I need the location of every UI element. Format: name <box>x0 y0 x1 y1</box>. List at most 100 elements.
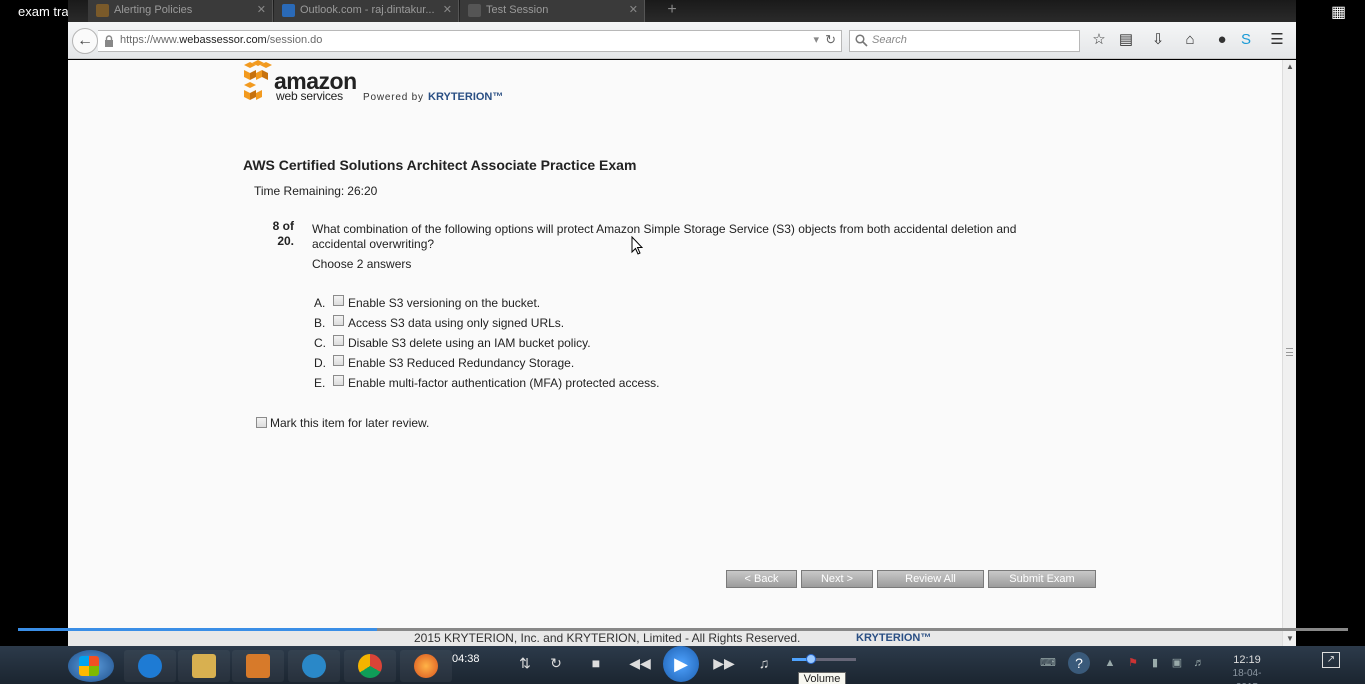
tab-alerting-policies[interactable]: Alerting Policies ✕ <box>88 0 273 22</box>
internet-explorer-icon <box>138 654 162 678</box>
option-text[interactable]: Enable S3 versioning on the bucket. <box>348 296 540 310</box>
next-button[interactable]: Next > <box>801 570 873 588</box>
url-text: https://www.webassessor.com/session.do <box>120 34 323 46</box>
option-letter: C. <box>314 336 326 350</box>
show-hidden-icons[interactable]: ▲ <box>1103 656 1117 670</box>
tab-outlook[interactable]: Outlook.com - raj.dintakur... ✕ <box>274 0 459 22</box>
url-dropdown-icon[interactable]: ▾ <box>813 33 819 46</box>
battery-icon[interactable]: ▮ <box>1148 656 1162 670</box>
scroll-up-arrow-icon[interactable]: ▲ <box>1286 62 1294 71</box>
taskbar-media[interactable] <box>232 650 284 682</box>
back-button[interactable]: < Back <box>726 570 797 588</box>
help-icon[interactable]: ? <box>1068 652 1090 674</box>
firefox-icon <box>414 654 438 678</box>
mouse-cursor-icon <box>631 236 643 255</box>
close-tab-icon[interactable]: ✕ <box>629 0 638 20</box>
review-all-button[interactable]: Review All <box>877 570 984 588</box>
chrome-icon <box>358 654 382 678</box>
system-clock[interactable]: 12:19 18-04-2015 <box>1222 653 1272 684</box>
volume-knob[interactable] <box>806 654 817 664</box>
kryterion-logo: KRYTERION™ <box>428 91 504 103</box>
rewind-icon[interactable]: ◀◀ <box>627 650 653 676</box>
mark-review-checkbox[interactable] <box>256 417 267 428</box>
option-text[interactable]: Enable S3 Reduced Redundancy Storage. <box>348 356 574 370</box>
exam-title: AWS Certified Solutions Architect Associ… <box>243 157 637 173</box>
aws-cubes-icon <box>244 60 272 100</box>
option-b-checkbox[interactable] <box>333 315 344 326</box>
search-placeholder: Search <box>872 34 907 46</box>
page-footer: 2015 KRYTERION, Inc. and KRYTERION, Limi… <box>68 631 1282 646</box>
page-viewport: amazon web services Powered by KRYTERION… <box>68 60 1282 630</box>
tab-test-session[interactable]: Test Session ✕ <box>460 0 645 22</box>
close-tab-icon[interactable]: ✕ <box>257 0 266 20</box>
taskbar-firefox[interactable] <box>400 650 452 682</box>
menu-icon[interactable]: ☰ <box>1267 30 1287 50</box>
reload-icon[interactable]: ↻ <box>825 32 836 48</box>
player-title: exam trail <box>18 4 75 19</box>
kryterion-favicon-icon <box>468 4 481 17</box>
download-icon[interactable]: ⇩ <box>1148 30 1168 50</box>
footer-kryterion-logo: KRYTERION™ <box>856 632 932 644</box>
play-icon[interactable]: ▶ <box>663 646 699 682</box>
stop-icon[interactable]: ■ <box>583 650 609 676</box>
network-icon[interactable]: ▣ <box>1170 656 1184 670</box>
logo-webservices-text: web services <box>276 89 343 103</box>
clock-date: 18-04-2015 <box>1232 668 1262 684</box>
submit-exam-button[interactable]: Submit Exam <box>988 570 1096 588</box>
action-center-flag-icon[interactable]: ⚑ <box>1126 656 1140 670</box>
taskbar-chrome[interactable] <box>344 650 396 682</box>
fast-forward-icon[interactable]: ▶▶ <box>711 650 737 676</box>
taskbar: 04:38 ⇅ ↻ ■ ◀◀ ▶ ▶▶ ♫ Volume ⌨ ? ▲ ⚑ ▮ ▣… <box>0 646 1365 684</box>
reading-list-icon[interactable]: ▤ <box>1116 30 1136 50</box>
volume-slider[interactable] <box>792 654 856 664</box>
option-c-checkbox[interactable] <box>333 335 344 346</box>
taskbar-app4[interactable] <box>288 650 340 682</box>
home-icon[interactable]: ⌂ <box>1180 30 1200 50</box>
url-bar[interactable]: https://www.webassessor.com/session.do ▾… <box>98 30 842 52</box>
scroll-down-arrow-icon[interactable]: ▼ <box>1286 634 1294 643</box>
option-letter: B. <box>314 316 326 330</box>
volume-tooltip: Volume <box>798 672 846 684</box>
vertical-scrollbar[interactable]: ▲ ▼ <box>1282 60 1296 646</box>
option-text[interactable]: Disable S3 delete using an IAM bucket po… <box>348 336 591 350</box>
media-elapsed-time: 04:38 <box>452 653 480 665</box>
app-icon <box>302 654 326 678</box>
seekbar-progress <box>18 628 378 631</box>
search-input[interactable]: Search <box>849 30 1080 52</box>
back-arrow-icon[interactable]: ← <box>72 28 98 54</box>
media-seekbar[interactable] <box>18 628 1348 631</box>
browser-tabstrip: Alerting Policies ✕ Outlook.com - raj.di… <box>68 0 1296 22</box>
option-d-checkbox[interactable] <box>333 355 344 366</box>
question-text: What combination of the following option… <box>312 222 1017 251</box>
new-tab-icon[interactable]: + <box>660 0 684 22</box>
lock-icon <box>105 35 113 47</box>
option-text[interactable]: Enable multi-factor authentication (MFA)… <box>348 376 659 390</box>
keyboard-icon[interactable]: ⌨ <box>1040 656 1056 670</box>
fullscreen-toggle-icon[interactable]: ▦ <box>1331 4 1349 22</box>
tab-label: Alerting Policies <box>114 4 193 16</box>
repeat-icon[interactable]: ↻ <box>543 650 569 676</box>
option-e-checkbox[interactable] <box>333 375 344 386</box>
question-number: 8 of 20. <box>272 219 294 248</box>
bookmark-star-icon[interactable]: ☆ <box>1089 30 1109 50</box>
screen: exam trail ▦ Alerting Policies ✕ Outlook… <box>0 0 1365 684</box>
close-tab-icon[interactable]: ✕ <box>443 0 452 20</box>
copyright-text: 2015 KRYTERION, Inc. and KRYTERION, Limi… <box>414 631 801 645</box>
skype-icon[interactable]: S <box>1236 30 1256 50</box>
option-letter: A. <box>314 296 326 310</box>
option-text[interactable]: Access S3 data using only signed URLs. <box>348 316 564 330</box>
option-a-checkbox[interactable] <box>333 295 344 306</box>
option-letter: D. <box>314 356 326 370</box>
mark-review-label[interactable]: Mark this item for later review. <box>270 416 429 430</box>
expand-window-icon[interactable]: ↗ <box>1322 652 1340 668</box>
shuffle-icon[interactable]: ⇅ <box>512 650 538 676</box>
option-letter: E. <box>314 376 326 390</box>
taskbar-explorer[interactable] <box>178 650 230 682</box>
scroll-grip-icon[interactable] <box>1286 348 1293 356</box>
taskbar-ie[interactable] <box>124 650 176 682</box>
chat-icon[interactable]: ● <box>1212 30 1232 50</box>
volume-icon[interactable]: ♫ <box>751 650 777 676</box>
speaker-icon[interactable]: ♬ <box>1192 656 1206 670</box>
media-player-icon <box>246 654 270 678</box>
start-button[interactable] <box>68 650 114 682</box>
